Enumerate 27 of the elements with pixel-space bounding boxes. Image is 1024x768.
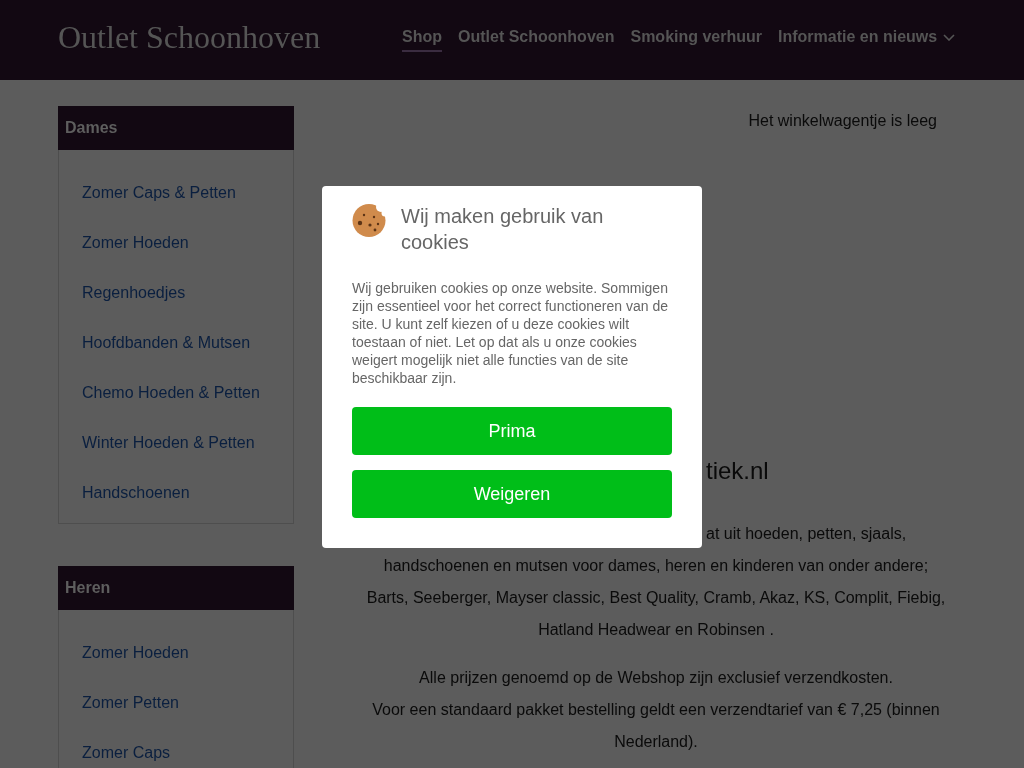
category-link[interactable]: Zomer Petten <box>82 691 179 715</box>
category-link[interactable]: Hoofdbanden & Mutsen <box>82 331 251 355</box>
body-text: Alle prijzen genoemd op de Webshop zijn exclusief verzendkosten. Voor een standaard pakket bestelling geldt een verzendtarief van € 7,25 (binnen Nederland). <box>371 668 941 752</box>
nav-link[interactable]: Outlet Schoonhoven <box>458 25 615 52</box>
category-link[interactable]: Zomer Hoeden <box>82 231 189 255</box>
dialog-text: Wij gebruiken cookies op onze website. Sommigen zijn essentieel voor het correct functioneren van de site. U kunt zelf kiezen of u deze cookies wilt toestaan of niet. Let op dat als u onze cookies weigert mogelijk niet alle functies van de site beschikbaar zijn. <box>352 279 669 387</box>
nav-link[interactable]: Shop <box>402 25 442 52</box>
category-link[interactable]: Winter Hoeden & Petten <box>82 431 255 455</box>
category-heading: Heren <box>58 566 294 610</box>
cookie-icon <box>352 204 386 237</box>
category-heading: Dames <box>58 106 294 150</box>
body-text: handschoenen en mutsen voor dames, heren en kinderen van onder andere; Barts, Seeberger, Mayser classic, Best Quality, Cramb, Akaz, KS, Complit, Fiebig, Hatland Headwear en Robinsen . <box>365 556 947 640</box>
category-link[interactable]: Regenhoedjes <box>82 281 186 305</box>
category-link[interactable]: Handschoenen <box>82 481 190 505</box>
body-text: at uit hoeden, petten, sjaals, <box>706 524 907 544</box>
site-logo[interactable]: Outlet Schoonhoven <box>58 19 321 55</box>
category-link[interactable]: Zomer Hoeden <box>82 641 189 665</box>
nav-link[interactable]: Informatie en nieuws <box>778 25 956 52</box>
nav-link[interactable]: Smoking verhuur <box>630 25 763 52</box>
category-link[interactable]: Chemo Hoeden & Petten <box>82 381 260 405</box>
cart-status-text: Het winkelwagentje is leeg <box>748 111 937 131</box>
category-link[interactable]: Zomer Caps & Petten <box>82 181 236 205</box>
decline-button[interactable]: Weigeren <box>352 470 672 518</box>
accept-button[interactable]: Prima <box>352 407 672 455</box>
category-link[interactable]: Zomer Caps <box>82 741 171 765</box>
dialog-title: Wij maken gebruik van cookies <box>401 204 605 255</box>
page-heading: tiek.nl <box>706 456 769 486</box>
